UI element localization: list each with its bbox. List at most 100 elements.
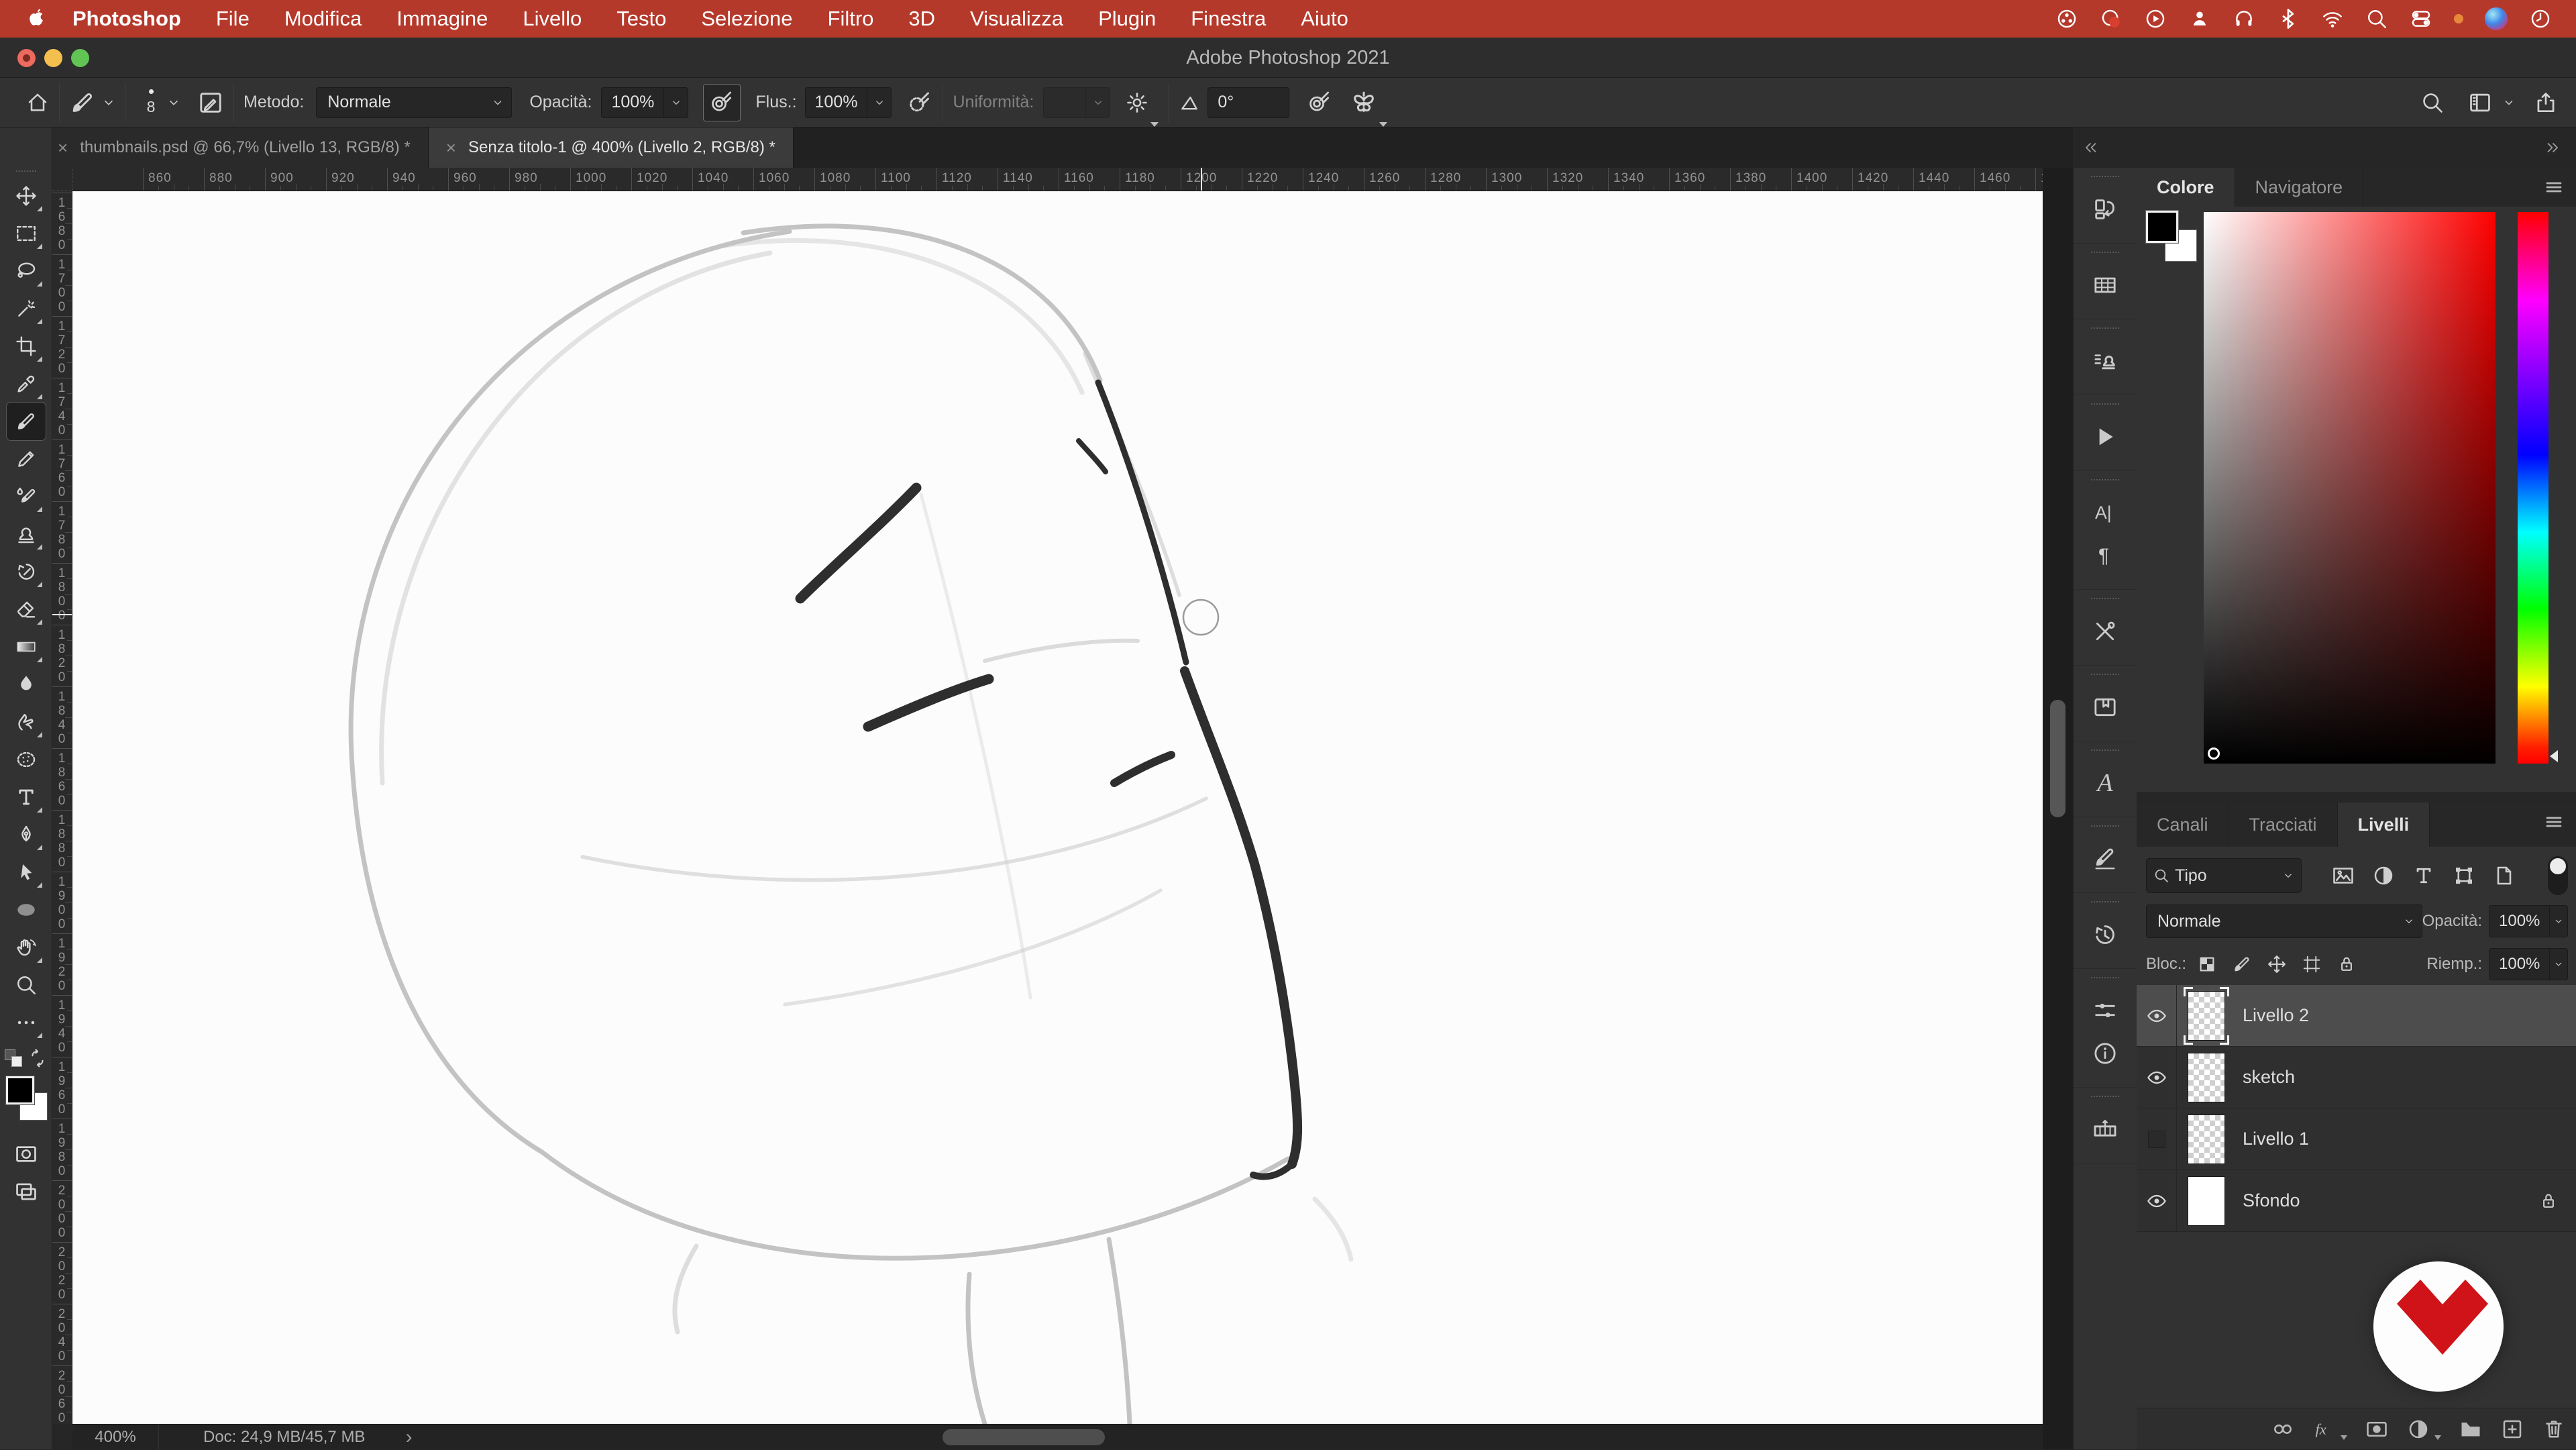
bluetooth-icon[interactable] bbox=[2277, 7, 2300, 30]
tool-move[interactable] bbox=[7, 177, 46, 215]
layer-visibility-eye-icon[interactable] bbox=[2146, 1005, 2167, 1027]
horizontal-scrollbar[interactable] bbox=[943, 1429, 1105, 1445]
ruler-origin-corner[interactable] bbox=[52, 168, 72, 191]
expand-dock-icon[interactable] bbox=[2082, 139, 2100, 156]
chevron-down-icon[interactable] bbox=[101, 95, 116, 110]
control-center-icon[interactable] bbox=[2410, 7, 2432, 30]
layer-filter-select[interactable]: Tipo bbox=[2146, 858, 2302, 893]
dock-drag-handle[interactable] bbox=[2091, 825, 2119, 827]
tab-livelli[interactable]: Livelli bbox=[2337, 802, 2430, 847]
panel-drag-handle[interactable] bbox=[15, 170, 36, 172]
menu-filtro[interactable]: Filtro bbox=[810, 7, 892, 30]
horizontal-ruler[interactable]: 860 880 900 920 940 960 980 1000 1020 10… bbox=[72, 168, 2043, 191]
menu-file[interactable]: File bbox=[199, 7, 267, 30]
headphones-icon[interactable] bbox=[2233, 7, 2255, 30]
dock-drag-handle[interactable] bbox=[2091, 749, 2119, 751]
tool-crop[interactable] bbox=[7, 327, 46, 365]
dock-drag-handle[interactable] bbox=[2091, 252, 2119, 253]
tool-clone-stamp[interactable] bbox=[7, 515, 46, 553]
new-adjustment-layer-button[interactable] bbox=[2406, 1417, 2430, 1441]
panel-icon-snapshot[interactable] bbox=[2085, 188, 2125, 231]
pressure-size-button[interactable] bbox=[1307, 90, 1332, 115]
hue-slider[interactable] bbox=[2518, 212, 2558, 764]
close-tab-icon[interactable]: × bbox=[446, 138, 456, 158]
panel-icon-glyphs[interactable]: A bbox=[2085, 762, 2125, 805]
tool-eyedropper[interactable] bbox=[7, 365, 46, 403]
blend-mode-select[interactable]: Normale bbox=[316, 87, 513, 118]
menu-aiuto[interactable]: Aiuto bbox=[1283, 7, 1366, 30]
document-tab[interactable]: × thumbnails.psd @ 66,7% (Livello 13, RG… bbox=[40, 127, 429, 168]
kind-adjustment-filter-icon[interactable] bbox=[2371, 864, 2396, 888]
menu-modifica[interactable]: Modifica bbox=[267, 7, 379, 30]
clock-icon[interactable] bbox=[2529, 7, 2552, 30]
lock-all-icon[interactable] bbox=[2337, 954, 2357, 974]
lock-artboard-icon[interactable] bbox=[2302, 954, 2322, 974]
status-chevron-icon[interactable]: › bbox=[405, 1426, 412, 1449]
tool-pen[interactable] bbox=[7, 816, 46, 853]
panel-menu-icon[interactable] bbox=[2544, 177, 2564, 197]
pressure-opacity-button[interactable] bbox=[703, 83, 741, 121]
layer-visibility-eye-icon[interactable] bbox=[2146, 1067, 2167, 1088]
panel-icon-tool-settings[interactable] bbox=[2085, 610, 2125, 653]
menu-finestra[interactable]: Finestra bbox=[1173, 7, 1283, 30]
panel-icon-properties[interactable] bbox=[2085, 989, 2125, 1032]
tab-tracciati[interactable]: Tracciati bbox=[2229, 802, 2338, 847]
add-layer-mask-button[interactable] bbox=[2365, 1417, 2389, 1441]
tool-smudge[interactable] bbox=[7, 703, 46, 741]
toggle-brush-settings-icon[interactable] bbox=[197, 89, 224, 116]
dock-drag-handle[interactable] bbox=[2091, 977, 2119, 978]
vertical-ruler[interactable]: 1680 1700 1720 1740 1760 1780 1800 1820 … bbox=[52, 191, 72, 1424]
layer-filter-toggle[interactable] bbox=[2548, 856, 2568, 895]
layer-name[interactable]: Livello 2 bbox=[2243, 1005, 2309, 1026]
quick-mask-button[interactable] bbox=[7, 1135, 46, 1173]
kind-shape-filter-icon[interactable] bbox=[2452, 864, 2476, 888]
new-group-button[interactable] bbox=[2459, 1417, 2483, 1441]
layer-visibility-eye-icon[interactable] bbox=[2146, 1190, 2167, 1212]
home-icon[interactable] bbox=[25, 91, 50, 115]
panel-icon-tool-presets[interactable] bbox=[2085, 340, 2125, 382]
hue-slider-marker[interactable] bbox=[2550, 750, 2558, 762]
siri-icon[interactable] bbox=[2485, 7, 2508, 30]
layer-thumbnail[interactable] bbox=[2188, 1176, 2225, 1226]
panel-icon-actions[interactable] bbox=[2085, 415, 2125, 458]
menu-photoshop[interactable]: Photoshop bbox=[58, 7, 199, 30]
brush-size-preview[interactable]: 8 bbox=[136, 89, 166, 116]
user-icon[interactable] bbox=[2188, 7, 2211, 30]
tool-type[interactable] bbox=[7, 778, 46, 816]
tool-object-selection[interactable] bbox=[7, 290, 46, 327]
chevron-down-icon[interactable] bbox=[2502, 96, 2516, 109]
panel-icon-paragraph[interactable]: ¶ bbox=[2085, 534, 2125, 577]
tool-healing-brush[interactable] bbox=[7, 478, 46, 515]
panel-icon-brushes[interactable] bbox=[2085, 837, 2125, 880]
layer-name[interactable]: Livello 1 bbox=[2243, 1129, 2309, 1149]
panel-menu-icon[interactable] bbox=[2544, 812, 2564, 832]
tab-navigatore[interactable]: Navigatore bbox=[2235, 168, 2364, 207]
adobe-cc-icon[interactable] bbox=[2100, 7, 2123, 30]
new-layer-button[interactable] bbox=[2500, 1417, 2524, 1441]
chevron-down-icon[interactable] bbox=[166, 95, 181, 110]
menu-plugin[interactable]: Plugin bbox=[1081, 7, 1173, 30]
foreground-color-swatch[interactable] bbox=[5, 1076, 35, 1105]
dock-drag-handle[interactable] bbox=[2091, 176, 2119, 177]
panel-color-swatches[interactable] bbox=[2145, 210, 2208, 272]
menu-visualizza[interactable]: Visualizza bbox=[953, 7, 1081, 30]
orange-dot-icon[interactable] bbox=[2454, 14, 2463, 23]
brush-angle-input[interactable]: 0° bbox=[1208, 87, 1290, 118]
layer-row-sketch[interactable]: sketch bbox=[2137, 1046, 2576, 1108]
tool-history-brush[interactable] bbox=[7, 553, 46, 590]
tool-brush[interactable] bbox=[5, 402, 46, 441]
layer-row-livello-2[interactable]: Livello 2 bbox=[2137, 984, 2576, 1047]
tool-rectangular-marquee[interactable] bbox=[7, 215, 46, 252]
screen-mode-button[interactable] bbox=[7, 1173, 46, 1210]
kind-smartobject-filter-icon[interactable] bbox=[2492, 864, 2516, 888]
menu-testo[interactable]: Testo bbox=[599, 7, 684, 30]
brush-tool-preset-icon[interactable] bbox=[69, 89, 96, 116]
tab-canali[interactable]: Canali bbox=[2137, 802, 2229, 847]
smoothing-options-gear-icon[interactable] bbox=[1125, 91, 1149, 115]
color-field-indicator[interactable] bbox=[2208, 747, 2220, 760]
layer-row-sfondo[interactable]: Sfondo bbox=[2137, 1170, 2576, 1232]
swap-colors-icon[interactable] bbox=[28, 1048, 48, 1068]
menu-livello[interactable]: Livello bbox=[505, 7, 599, 30]
tool-more-tools[interactable] bbox=[7, 1004, 46, 1041]
panel-icon-timeline[interactable] bbox=[2085, 1108, 2125, 1151]
